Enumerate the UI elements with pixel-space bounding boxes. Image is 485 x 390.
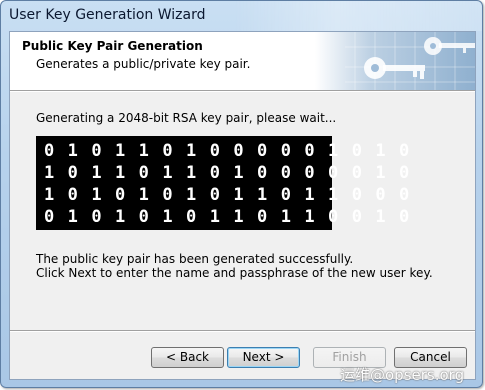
binary-row: 0 1 0 1 0 1 0 1 1 0 1 1 0 0 1 0 (44, 207, 411, 227)
wizard-header: Public Key Pair Generation Generates a p… (10, 32, 475, 90)
footer-divider-highlight (10, 331, 475, 332)
page-title: Public Key Pair Generation (22, 39, 203, 53)
next-button[interactable]: Next > (227, 347, 300, 368)
header-divider-highlight (10, 91, 475, 92)
binary-row: 1 0 1 1 0 1 1 0 1 0 0 0 0 0 1 0 (44, 163, 411, 183)
binary-row: 0 1 0 1 1 0 1 0 0 0 0 0 1 0 1 0 (44, 141, 411, 161)
next-instruction: Click Next to enter the name and passphr… (36, 266, 433, 280)
title-bar-glass (232, 1, 482, 31)
page-subtitle: Generates a public/private key pair. (36, 57, 251, 71)
title-bar[interactable]: User Key Generation Wizard (1, 1, 482, 31)
wizard-client-area: Public Key Pair Generation Generates a p… (9, 31, 476, 380)
binary-row: 1 0 1 0 1 0 1 0 1 1 0 1 1 0 0 0 (44, 185, 411, 205)
success-message: The public key pair has been generated s… (36, 252, 354, 266)
wizard-window: User Key Generation Wizard Public Key Pa… (0, 0, 483, 388)
window-title: User Key Generation Wizard (9, 7, 206, 23)
generation-status-text: Generating a 2048-bit RSA key pair, plea… (36, 111, 337, 125)
back-button[interactable]: < Back (151, 347, 224, 368)
keys-banner-icon (315, 32, 475, 90)
binary-progress-display: 0 1 0 1 1 0 1 0 0 0 0 0 1 0 1 0 1 0 1 1 … (36, 136, 411, 230)
watermark: 运维@opsers.org (340, 366, 465, 384)
